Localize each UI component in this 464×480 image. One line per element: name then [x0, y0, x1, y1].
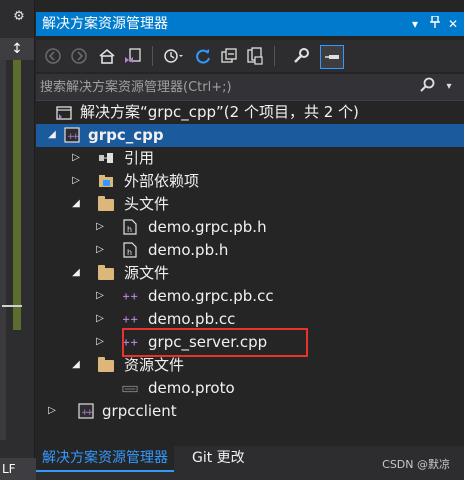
source-files-label: 源文件 — [124, 264, 170, 282]
filter-folder-icon — [98, 196, 114, 213]
line-ending-status[interactable]: LF — [0, 458, 36, 480]
expanded-arrow-icon[interactable]: ◢ — [70, 359, 82, 371]
window-position-dropdown-icon[interactable]: ▾ — [406, 12, 424, 36]
tree-item-solution[interactable]: 解决方案“grpc_cpp”(2 个项目，共 2 个) — [36, 101, 464, 124]
collapsed-arrow-icon[interactable]: ▷ — [94, 290, 106, 302]
home-icon[interactable] — [96, 45, 118, 67]
splitter-icon: ↕ — [11, 41, 23, 57]
history-icon[interactable] — [162, 45, 184, 67]
svg-text:++: ++ — [122, 292, 138, 303]
left-side-strip: ⚙ ↕ LF — [0, 0, 36, 480]
cpp-file-icon: ++ — [122, 311, 138, 327]
scroll-marker — [2, 305, 22, 307]
expanded-arrow-icon[interactable]: ◢ — [70, 267, 82, 279]
toolbar-separator — [274, 46, 275, 66]
svg-text:++: ++ — [122, 315, 138, 326]
project-label: grpcclient — [102, 402, 177, 420]
collapsed-arrow-icon[interactable]: ▷ — [94, 221, 106, 233]
solution-icon — [56, 105, 72, 121]
tree-item-resource-files[interactable]: ◢ 资源文件 — [36, 354, 464, 377]
filter-folder-icon — [98, 357, 114, 374]
svg-text:+: + — [72, 132, 80, 142]
external-dependencies-icon — [98, 173, 114, 189]
tree-item-external-dependencies[interactable]: ▷ 外部依赖项 — [36, 170, 464, 193]
filter-folder-icon — [98, 265, 114, 282]
preview-icon[interactable] — [320, 45, 344, 69]
tree-item-file[interactable]: ▷ ++ demo.grpc.pb.cc — [36, 285, 464, 308]
references-icon — [98, 150, 114, 166]
tree-item-file[interactable]: demo.proto — [36, 377, 464, 400]
svg-text:h: h — [127, 248, 132, 257]
file-label: demo.grpc.pb.h — [148, 218, 267, 236]
back-icon[interactable] — [42, 45, 64, 67]
panel-title: 解决方案资源管理器 — [42, 16, 168, 32]
toolbar — [36, 40, 464, 72]
search-icon[interactable] — [418, 77, 436, 97]
cpp-project-icon: + + — [64, 127, 80, 143]
search-bar: ▾ — [36, 74, 464, 101]
pin-button[interactable]: ↕ — [0, 38, 34, 60]
tree-item-project-grpc-cpp[interactable]: ◢ + + grpc_cpp — [36, 124, 464, 147]
search-options-dropdown-icon[interactable]: ▾ — [442, 77, 456, 97]
properties-icon[interactable] — [290, 45, 312, 67]
cpp-file-icon: ++ — [122, 288, 138, 304]
svg-text:+: + — [86, 408, 94, 418]
header-file-icon: h — [122, 242, 138, 258]
file-label: demo.proto — [148, 379, 235, 397]
project-label: grpc_cpp — [88, 126, 164, 144]
cpp-project-icon: + + — [78, 403, 94, 419]
tab-git-changes[interactable]: Git 更改 — [186, 446, 251, 470]
vs-switch-icon[interactable] — [122, 45, 144, 67]
collapsed-arrow-icon[interactable]: ▷ — [94, 244, 106, 256]
tree-item-source-files[interactable]: ◢ 源文件 — [36, 262, 464, 285]
file-label: demo.pb.h — [148, 241, 229, 259]
tab-solution-explorer[interactable]: 解决方案资源管理器 — [36, 446, 174, 472]
expanded-arrow-icon[interactable]: ◢ — [46, 129, 58, 141]
close-icon[interactable]: ✕ — [444, 12, 462, 36]
panel-titlebar: 解决方案资源管理器 ▾ ✕ — [36, 12, 464, 36]
header-files-label: 头文件 — [124, 195, 170, 213]
forward-icon[interactable] — [68, 45, 90, 67]
solution-explorer-panel: 解决方案资源管理器 ▾ ✕ 搜索解决方案资源管理器(Ctrl+;) ▾ 解决方案… — [36, 0, 464, 480]
solution-tree: 解决方案“grpc_cpp”(2 个项目，共 2 个) ◢ + + grpc_cp… — [36, 101, 464, 441]
collapse-all-icon[interactable] — [218, 45, 240, 67]
expanded-arrow-icon[interactable]: ◢ — [70, 198, 82, 210]
search-input[interactable] — [40, 76, 420, 98]
tree-item-file[interactable]: ▷ h demo.pb.h — [36, 239, 464, 262]
scrollbar-track[interactable] — [0, 60, 6, 440]
solution-label: 解决方案“grpc_cpp”(2 个项目，共 2 个) — [80, 103, 359, 121]
resource-files-label: 资源文件 — [124, 356, 185, 374]
external-dependencies-label: 外部依赖项 — [124, 172, 200, 190]
pin-icon[interactable] — [426, 12, 444, 36]
collapsed-arrow-icon[interactable]: ▷ — [70, 152, 82, 164]
tree-item-references[interactable]: ▷ 引用 — [36, 147, 464, 170]
svg-text:h: h — [127, 225, 132, 234]
tree-item-header-files[interactable]: ◢ 头文件 — [36, 193, 464, 216]
header-file-icon: h — [122, 219, 138, 235]
proto-file-icon — [122, 381, 138, 397]
show-all-files-icon[interactable] — [244, 45, 266, 67]
refresh-icon[interactable] — [192, 45, 214, 67]
change-indicator-bar — [13, 60, 21, 330]
collapsed-arrow-icon[interactable]: ▷ — [94, 336, 106, 348]
collapsed-arrow-icon[interactable]: ▷ — [46, 405, 58, 417]
references-label: 引用 — [124, 149, 155, 167]
tree-item-file[interactable]: ▷ h demo.grpc.pb.h — [36, 216, 464, 239]
tree-item-project-grpcclient[interactable]: ▷ + + grpcclient — [36, 400, 464, 423]
annotation-highlight-box — [122, 328, 308, 357]
watermark: CSDN @默凉 — [382, 458, 450, 471]
collapsed-arrow-icon[interactable]: ▷ — [94, 313, 106, 325]
collapsed-arrow-icon[interactable]: ▷ — [70, 175, 82, 187]
gear-icon[interactable]: ⚙ — [12, 10, 26, 24]
file-label: demo.grpc.pb.cc — [148, 287, 274, 305]
toolbar-separator — [152, 46, 153, 66]
